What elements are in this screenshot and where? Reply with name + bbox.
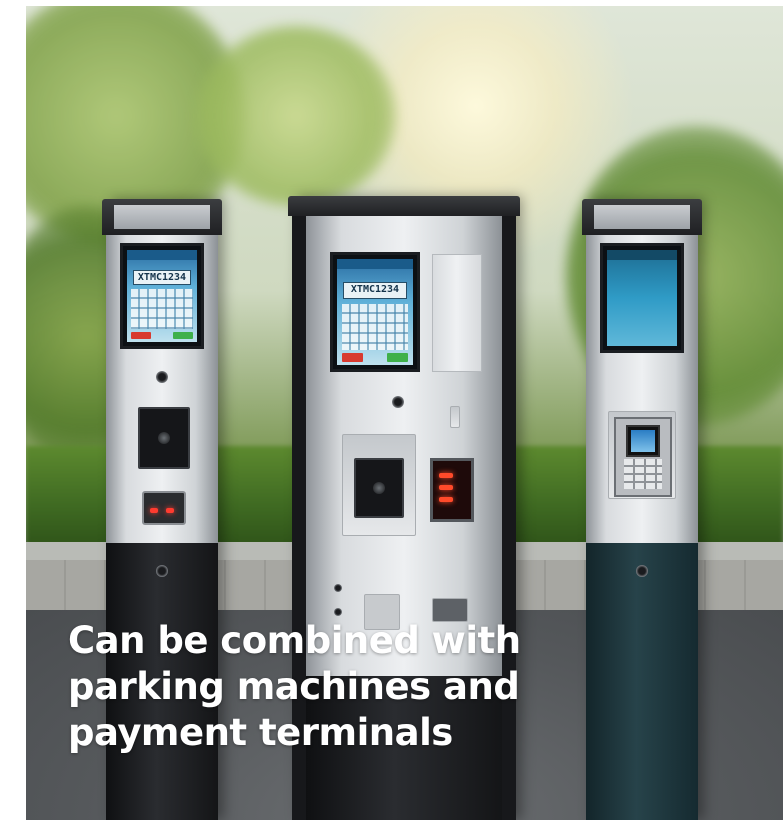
card-reader	[430, 458, 474, 522]
terminal-cap	[102, 199, 222, 235]
blank-panel	[432, 254, 482, 372]
ticket-scanner	[354, 458, 404, 518]
cap-panel	[114, 205, 210, 229]
screen-ok-button	[387, 353, 409, 362]
screen-ok-button	[173, 331, 193, 340]
screen-header	[127, 250, 197, 260]
tree-foliage	[196, 26, 396, 206]
caption-line: parking machines and	[68, 665, 520, 708]
screen-display	[607, 250, 677, 346]
card-slot	[142, 491, 186, 525]
terminal-cap	[582, 199, 702, 235]
payment-keypad	[614, 417, 672, 497]
headline-caption: Can be combined with parking machines an…	[68, 618, 588, 756]
lock-icon	[156, 565, 168, 577]
machine-cap	[288, 196, 520, 216]
indicator-light	[334, 608, 342, 616]
screen-cancel-button	[131, 331, 151, 340]
on-screen-keyboard	[341, 303, 409, 351]
caption-line: payment terminals	[68, 711, 453, 754]
screen-header	[337, 259, 413, 269]
cap-panel	[594, 205, 690, 229]
license-plate-field: XTMC1234	[343, 282, 407, 300]
scanner-lens-icon	[158, 432, 170, 444]
indicator-light	[334, 584, 342, 592]
touch-screen: XTMC1234	[330, 252, 420, 372]
screen-display: XTMC1234	[127, 250, 197, 342]
touch-screen	[600, 243, 684, 353]
red-led-icon	[439, 473, 453, 478]
screen-display: XTMC1234	[337, 259, 413, 365]
lock-icon	[156, 371, 168, 383]
scanner-lens-icon	[373, 482, 385, 494]
ticket-scanner	[138, 407, 190, 469]
red-led-icon	[439, 497, 453, 502]
caption-line: Can be combined with	[68, 619, 521, 662]
screen-header	[607, 250, 677, 260]
screen-cancel-button	[341, 353, 363, 362]
touch-screen: XTMC1234	[120, 243, 204, 349]
on-screen-keyboard	[131, 288, 193, 330]
red-led-icon	[166, 508, 174, 513]
license-plate-field: XTMC1234	[132, 270, 192, 286]
red-led-icon	[439, 485, 453, 490]
keypad-keys	[624, 459, 662, 489]
coin-slot	[450, 406, 460, 428]
lock-icon	[392, 396, 404, 408]
right-payment-terminal	[582, 199, 702, 820]
lock-icon	[636, 565, 648, 577]
keypad-display	[626, 425, 660, 457]
terminal-base	[586, 543, 698, 820]
red-led-icon	[150, 508, 158, 513]
